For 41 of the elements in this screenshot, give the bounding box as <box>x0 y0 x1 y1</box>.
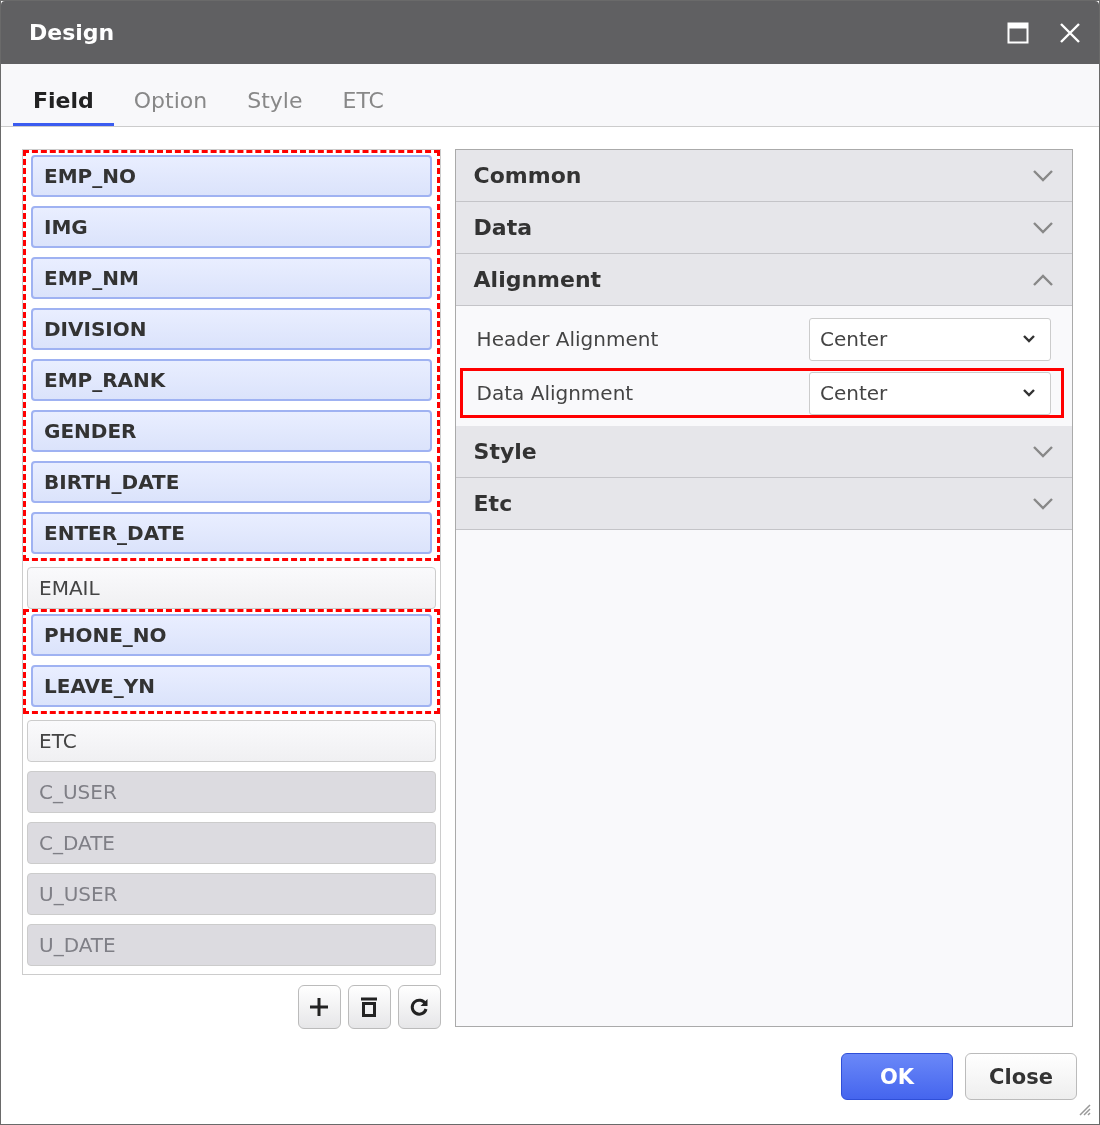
chevron-down-icon <box>1032 220 1054 235</box>
field-item[interactable]: EMAIL <box>27 567 436 609</box>
field-item[interactable]: EMP_RANK <box>31 359 432 401</box>
window-title: Design <box>29 20 116 45</box>
property-label: Header Alignment <box>476 327 659 351</box>
plus-icon <box>308 996 331 1018</box>
section-header[interactable]: Common <box>455 150 1072 202</box>
section-header[interactable]: Alignment <box>455 254 1072 306</box>
add-button[interactable] <box>297 985 341 1029</box>
field-item[interactable]: PHONE_NO <box>31 614 432 656</box>
chevron-down-icon <box>1032 496 1054 511</box>
maximize-icon[interactable] <box>1007 21 1029 44</box>
delete-button[interactable] <box>347 985 391 1029</box>
resize-grip-icon[interactable] <box>1077 1102 1091 1116</box>
dropdown[interactable]: Center <box>809 317 1051 361</box>
refresh-icon <box>408 996 431 1018</box>
section-header[interactable]: Style <box>455 426 1072 478</box>
caret-icon <box>1022 334 1036 344</box>
field-item[interactable]: DIVISION <box>31 308 432 350</box>
refresh-button[interactable] <box>397 985 441 1029</box>
tab[interactable]: Field <box>13 88 114 126</box>
section-header[interactable]: Data <box>455 202 1072 254</box>
field-item[interactable]: GENDER <box>31 410 432 452</box>
field-item[interactable]: EMP_NM <box>31 257 432 299</box>
close-button[interactable]: Close <box>965 1053 1077 1100</box>
caret-icon <box>1022 388 1036 398</box>
dropdown[interactable]: Center <box>809 371 1051 415</box>
ok-button[interactable]: OK <box>841 1053 953 1100</box>
field-item[interactable]: ETC <box>27 720 436 762</box>
field-item[interactable]: IMG <box>31 206 432 248</box>
property-label: Data Alignment <box>476 381 634 405</box>
field-item[interactable]: ENTER_DATE <box>31 512 432 554</box>
chevron-down-icon <box>1032 168 1054 183</box>
field-item[interactable]: LEAVE_YN <box>31 665 432 707</box>
close-icon[interactable] <box>1059 21 1081 44</box>
field-item[interactable]: BIRTH_DATE <box>31 461 432 503</box>
chevron-down-icon <box>1032 444 1054 459</box>
section-header[interactable]: Etc <box>455 478 1072 530</box>
trash-icon <box>359 996 380 1018</box>
field-item[interactable]: EMP_NO <box>31 155 432 197</box>
chevron-up-icon <box>1032 272 1054 287</box>
